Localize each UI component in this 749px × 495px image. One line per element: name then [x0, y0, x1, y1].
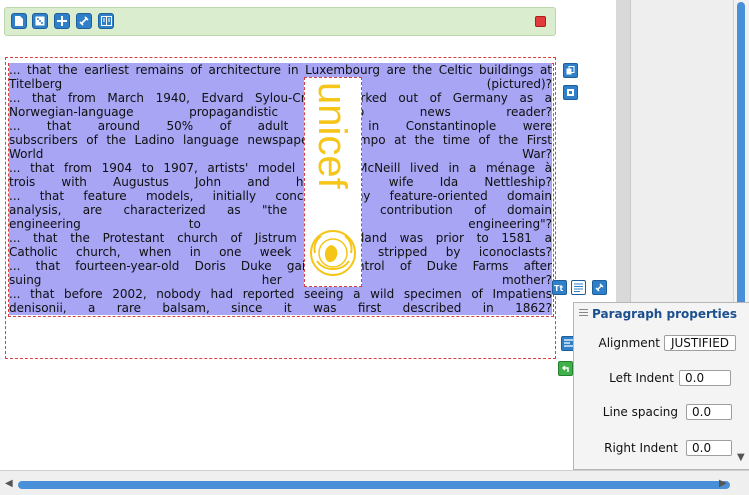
document-line[interactable]: ... that feature models, initially conce… [9, 189, 552, 203]
document-line[interactable]: World War? [9, 147, 552, 161]
panel-title: Paragraph properties [592, 307, 738, 321]
line-spacing-field[interactable]: 0.0 [686, 404, 732, 420]
copy-icon[interactable] [563, 63, 578, 78]
document-line[interactable]: analysis, are characterized as "the grea… [9, 203, 552, 217]
document-line[interactable]: ... that before 2002, nobody had reporte… [9, 287, 552, 301]
line-spacing-label: Line spacing [602, 405, 678, 419]
drag-handle-icon[interactable] [579, 309, 588, 318]
right-indent-field[interactable]: 0.0 [686, 440, 732, 456]
svg-text:Tt: Tt [554, 284, 563, 292]
document-line[interactable]: ... that around 50% of adult Jews in Con… [9, 119, 552, 133]
new-page-icon[interactable] [11, 13, 27, 29]
document-line[interactable]: subscribers of the Ladino language newsp… [9, 133, 552, 147]
left-indent-label: Left Indent [609, 371, 674, 385]
right-indent-label: Right Indent [604, 441, 678, 455]
scroll-left-icon[interactable]: ◀ [5, 479, 13, 489]
hyperlink-icon[interactable] [592, 280, 607, 295]
unicef-emblem-icon [310, 230, 356, 276]
document-line[interactable]: denisonii, a rare balsam, since it was f… [9, 301, 552, 315]
undo-icon[interactable] [558, 361, 573, 376]
alignment-label: Alignment [598, 336, 660, 350]
document-line[interactable]: ... that the Protestant church of Jistru… [9, 231, 552, 245]
paragraph-properties-panel: Paragraph properties Alignment JUSTIFIED… [573, 302, 749, 470]
document-line[interactable]: suing her mother? [9, 273, 552, 287]
unicef-logo-text: unicef [310, 82, 354, 190]
horizontal-scrollbar-thumb[interactable] [18, 481, 730, 489]
document-line[interactable]: ... that from 1904 to 1907, artists' mod… [9, 161, 552, 175]
add-icon[interactable] [54, 13, 70, 29]
document-line[interactable]: ... that the earliest remains of archite… [9, 63, 552, 77]
text-style-icon[interactable]: Tt [552, 280, 567, 295]
document-line[interactable]: engineering to software engineering"? [9, 217, 552, 231]
scroll-right-icon[interactable]: ▶ [719, 479, 727, 489]
document-line[interactable]: trois with Augustus John and his first w… [9, 175, 552, 189]
link-icon[interactable] [76, 13, 92, 29]
document-line[interactable]: Titelberg (pictured)? [9, 77, 552, 91]
dice-icon[interactable] [32, 13, 48, 29]
left-indent-field[interactable]: 0.0 [679, 370, 731, 386]
document-line[interactable]: ... that from March 1940, Edvard Sylou-C… [9, 91, 552, 105]
alignment-select[interactable]: JUSTIFIED [664, 335, 736, 351]
columns-icon[interactable] [98, 13, 114, 29]
unicef-logo[interactable]: unicef [304, 77, 362, 287]
document-line[interactable]: Catholic church, when in one week it was… [9, 245, 552, 259]
paragraph-icon[interactable] [571, 280, 586, 295]
document-line[interactable]: Norwegian-language propagandistic radio … [9, 105, 552, 119]
document-line[interactable]: ... that fourteen-year-old Doris Duke ga… [9, 259, 552, 273]
scroll-down-icon[interactable]: ▼ [737, 453, 745, 463]
editor-toolbar [4, 7, 556, 36]
paste-icon[interactable] [563, 85, 578, 100]
close-icon[interactable] [535, 16, 546, 27]
